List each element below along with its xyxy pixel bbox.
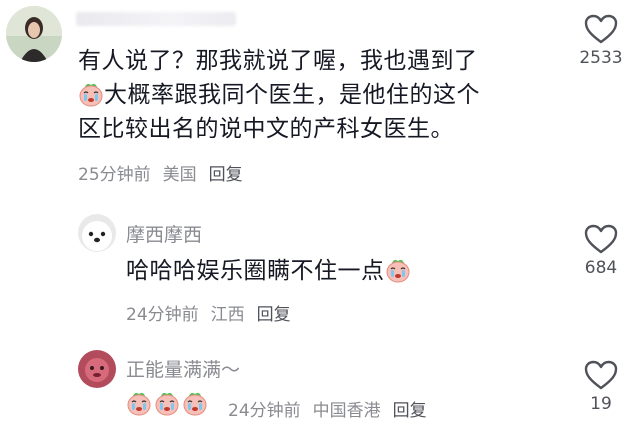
comment-line: 大概率跟我同个医生，是他住的这个 bbox=[78, 78, 548, 112]
comment-meta: 24分钟前 江西 回复 bbox=[126, 300, 291, 325]
comment-time: 24分钟前 bbox=[228, 401, 301, 421]
author-name-blurred[interactable] bbox=[76, 12, 236, 26]
comment-time: 24分钟前 bbox=[126, 305, 199, 325]
crying-face-emoji-icon bbox=[385, 257, 411, 283]
like-count: 684 bbox=[584, 258, 618, 278]
comment-location: 美国 bbox=[162, 165, 197, 185]
comment-line: 区比较出名的说中文的产科女医生。 bbox=[78, 116, 454, 142]
comment-line: 有人说了？那我就说了喔，我也遇到了 bbox=[78, 48, 478, 74]
comment-line-text: 大概率跟我同个医生，是他住的这个 bbox=[104, 82, 480, 108]
reply-button[interactable]: 回复 bbox=[393, 396, 427, 421]
user-avatar[interactable] bbox=[6, 6, 62, 62]
comment-meta: 24分钟前 中国香港 回复 bbox=[228, 396, 427, 421]
heart-outline-icon bbox=[584, 14, 618, 44]
user-avatar[interactable] bbox=[78, 214, 116, 252]
author-name[interactable]: 摩西摩西 bbox=[126, 220, 202, 247]
comment-line-text: 哈哈哈娱乐圈瞒不住一点 bbox=[126, 258, 385, 284]
comment-time: 25分钟前 bbox=[78, 165, 151, 185]
heart-outline-icon bbox=[584, 224, 618, 254]
like-button[interactable]: 684 bbox=[576, 224, 626, 278]
emoji-row bbox=[126, 390, 208, 416]
crying-face-emoji-icon bbox=[78, 81, 104, 107]
reply-button[interactable]: 回复 bbox=[209, 160, 243, 185]
crying-face-emoji-icon bbox=[126, 390, 152, 416]
like-button[interactable]: 2533 bbox=[576, 14, 626, 68]
comment-location: 江西 bbox=[210, 305, 245, 325]
comment-location: 中国香港 bbox=[312, 401, 381, 421]
crying-face-emoji-icon bbox=[154, 390, 180, 416]
like-count: 19 bbox=[590, 394, 612, 414]
comment-text: 哈哈哈娱乐圈瞒不住一点 bbox=[126, 254, 411, 288]
comment-meta: 25分钟前 美国 回复 bbox=[78, 160, 243, 185]
heart-outline-icon bbox=[584, 360, 618, 390]
author-name[interactable]: 正能量满满～ bbox=[126, 355, 240, 382]
user-avatar[interactable] bbox=[78, 350, 116, 388]
like-count: 2533 bbox=[579, 48, 623, 68]
comment-text: 有人说了？那我就说了喔，我也遇到了 大概率跟我同个医生，是他住的这个 区比较出名… bbox=[78, 44, 548, 146]
crying-face-emoji-icon bbox=[182, 390, 208, 416]
like-button[interactable]: 19 bbox=[576, 360, 626, 414]
reply-button[interactable]: 回复 bbox=[257, 300, 291, 325]
